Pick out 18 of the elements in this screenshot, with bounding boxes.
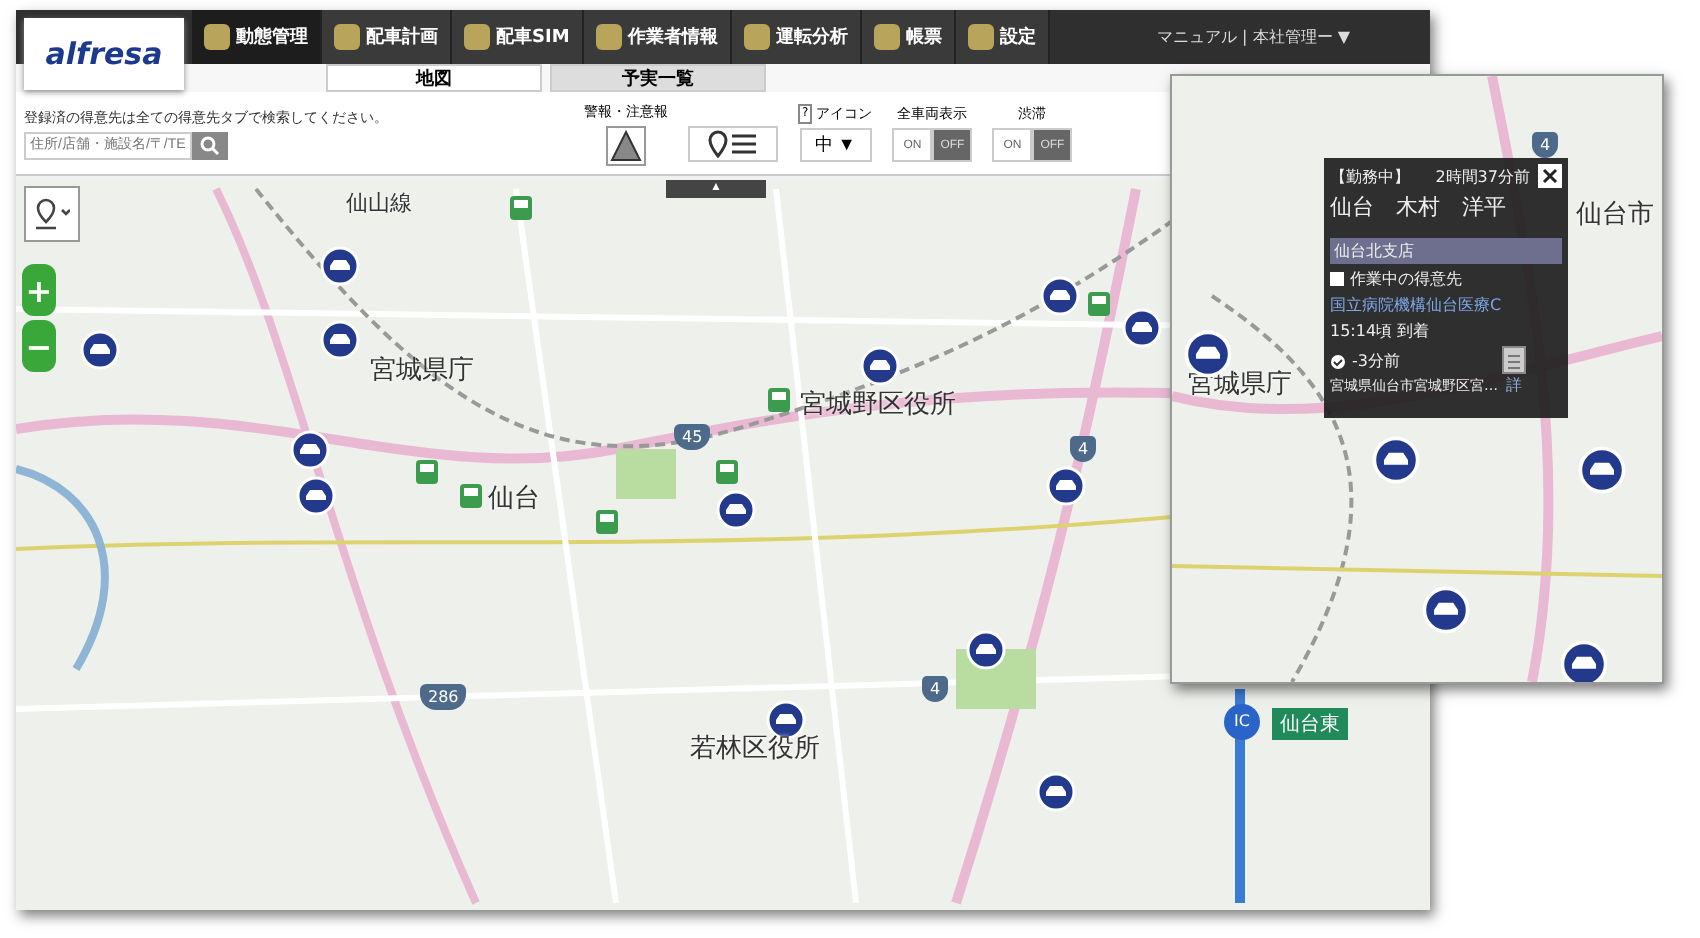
branch-name: 仙台北支店 [1330, 238, 1562, 264]
map-label: 仙台市 [1576, 198, 1654, 232]
map-label: 286 [420, 684, 467, 710]
map-label: IC [1224, 704, 1260, 740]
logo: alfresa [24, 18, 184, 90]
map-label: 仙台 [488, 482, 540, 516]
map-label: 宮城野区役所 [800, 388, 956, 422]
map-label: 宮城県庁 [370, 354, 474, 388]
map-label: 4 [922, 676, 949, 702]
arrival-time: 15:14頃 到着 [1330, 320, 1432, 342]
map-label: 4 [1070, 436, 1097, 462]
map-label: 45 [674, 424, 711, 450]
map-label: 若林区役所 [690, 732, 820, 766]
map-label: 仙台東 [1272, 708, 1348, 740]
map-label: 仙山線 [346, 188, 412, 218]
update-time: -3分前 [1352, 350, 1400, 372]
map-label: 4 [1532, 132, 1559, 158]
elapsed-time: 2時間37分前 [1435, 165, 1530, 187]
